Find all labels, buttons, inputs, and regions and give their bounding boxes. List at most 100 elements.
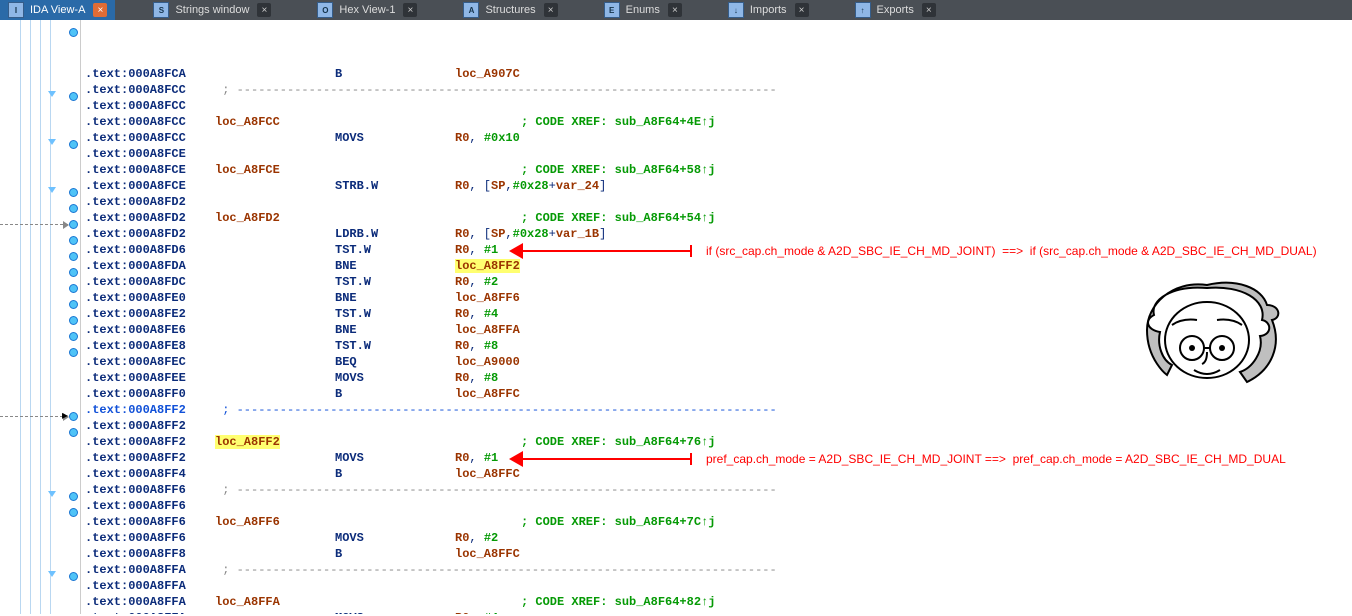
- disasm-line[interactable]: .text:000A8FDCTST.WR0, #2: [81, 274, 1352, 290]
- breakpoint-dot[interactable]: [69, 140, 78, 149]
- disasm-line[interactable]: .text:000A8FCABloc_A907C: [81, 66, 1352, 82]
- breakpoint-dot[interactable]: [69, 92, 78, 101]
- disasm-line[interactable]: .text:000A8FE8TST.WR0, #8: [81, 338, 1352, 354]
- disasm-line[interactable]: .text:000A8FF2loc_A8FF2 ; CODE XREF: sub_…: [81, 434, 1352, 450]
- breakpoint-dot[interactable]: [69, 252, 78, 261]
- close-icon[interactable]: ×: [795, 3, 809, 17]
- disasm-line[interactable]: .text:000A8FFAMOVSR0, #4: [81, 610, 1352, 614]
- disasm-line[interactable]: .text:000A8FFAloc_A8FFA; CODE XREF: sub_…: [81, 594, 1352, 610]
- code-xref[interactable]: ; CODE XREF: sub_A8F64+82↑j: [521, 594, 715, 610]
- disasm-line[interactable]: .text:000A8FF6MOVSR0, #2: [81, 530, 1352, 546]
- breakpoint-dot[interactable]: [69, 268, 78, 277]
- disasm-line[interactable]: .text:000A8FFA: [81, 578, 1352, 594]
- disasm-line[interactable]: .text:000A8FD6TST.WR0, #1if (src_cap.ch_…: [81, 242, 1352, 258]
- address: .text:000A8FCE: [85, 178, 215, 194]
- breakpoint-dot[interactable]: [69, 220, 78, 229]
- disasm-line[interactable]: .text:000A8FF2MOVSR0, #1pref_cap.ch_mode…: [81, 450, 1352, 466]
- address: .text:000A8FEC: [85, 354, 215, 370]
- address: .text:000A8FD2: [85, 226, 215, 242]
- gutter-row: [0, 120, 80, 136]
- close-icon[interactable]: ×: [544, 3, 558, 17]
- disasm-line[interactable]: .text:000A8FCCloc_A8FCC; CODE XREF: sub_…: [81, 114, 1352, 130]
- gutter-row: [0, 568, 80, 584]
- disasm-line[interactable]: .text:000A8FEEMOVSR0, #8: [81, 370, 1352, 386]
- disasm-line[interactable]: .text:000A8FF2: [81, 418, 1352, 434]
- breakpoint-dot[interactable]: [69, 572, 78, 581]
- breakpoint-dot[interactable]: [69, 412, 78, 421]
- code-label: [215, 194, 335, 210]
- close-icon[interactable]: ×: [93, 3, 107, 17]
- disasm-line[interactable]: .text:000A8FCEloc_A8FCE; CODE XREF: sub_…: [81, 162, 1352, 178]
- tab-strings-window[interactable]: SStrings window×: [145, 0, 279, 20]
- breakpoint-dot[interactable]: [69, 236, 78, 245]
- disasm-line[interactable]: .text:000A8FF6: [81, 498, 1352, 514]
- gutter-row: [0, 504, 80, 520]
- code-label: [215, 98, 335, 114]
- operands: R0, #8: [455, 370, 498, 386]
- close-icon[interactable]: ×: [257, 3, 271, 17]
- code-label: [215, 226, 335, 242]
- breakpoint-dot[interactable]: [69, 492, 78, 501]
- disasm-line[interactable]: .text:000A8FD2loc_A8FD2; CODE XREF: sub_…: [81, 210, 1352, 226]
- address: .text:000A8FF6: [85, 498, 215, 514]
- breakpoint-dot[interactable]: [69, 284, 78, 293]
- gutter-row: [0, 296, 80, 312]
- disasm-line[interactable]: .text:000A8FCC: [81, 98, 1352, 114]
- breakpoint-dot[interactable]: [69, 188, 78, 197]
- breakpoint-dot[interactable]: [69, 508, 78, 517]
- close-icon[interactable]: ×: [922, 3, 936, 17]
- disasm-line[interactable]: .text:000A8FD2: [81, 194, 1352, 210]
- disasm-line[interactable]: .text:000A8FE2TST.WR0, #4: [81, 306, 1352, 322]
- code-xref[interactable]: ; CODE XREF: sub_A8F64+7C↑j: [521, 514, 715, 530]
- disasm-line[interactable]: .text:000A8FF4Bloc_A8FFC: [81, 466, 1352, 482]
- tab-icon: I: [8, 2, 24, 18]
- breakpoint-dot[interactable]: [69, 300, 78, 309]
- tab-hex-view-1[interactable]: OHex View-1×: [309, 0, 425, 20]
- disasm-line[interactable]: .text:000A8FE0BNEloc_A8FF6: [81, 290, 1352, 306]
- tab-imports[interactable]: ↓Imports×: [720, 0, 817, 20]
- operands: R0, [SP,#0x28+var_1B]: [455, 226, 606, 242]
- gutter-row: [0, 264, 80, 280]
- gutter-row: [0, 344, 80, 360]
- code-xref[interactable]: ; CODE XREF: sub_A8F64+58↑j: [521, 162, 715, 178]
- code-xref[interactable]: ; CODE XREF: sub_A8F64+54↑j: [521, 210, 715, 226]
- code-label: loc_A8FF2: [215, 434, 335, 450]
- disasm-line[interactable]: .text:000A8FCESTRB.WR0, [SP,#0x28+var_24…: [81, 178, 1352, 194]
- breakpoint-dot[interactable]: [69, 316, 78, 325]
- close-icon[interactable]: ×: [403, 3, 417, 17]
- disasm-line[interactable]: .text:000A8FF6 ; -----------------------…: [81, 482, 1352, 498]
- breakpoint-dot[interactable]: [69, 28, 78, 37]
- code-xref[interactable]: ; CODE XREF: sub_A8F64+76↑j: [521, 434, 715, 450]
- breakpoint-dot[interactable]: [69, 428, 78, 437]
- disasm-line[interactable]: .text:000A8FF0Bloc_A8FFC: [81, 386, 1352, 402]
- gutter-row: [0, 88, 80, 104]
- code-xref[interactable]: ; CODE XREF: sub_A8F64+4E↑j: [521, 114, 715, 130]
- disasm-view[interactable]: .text:000A8FCABloc_A907C.text:000A8FCC ;…: [81, 20, 1352, 614]
- disasm-line[interactable]: .text:000A8FCC ; -----------------------…: [81, 82, 1352, 98]
- tab-label: Exports: [877, 4, 914, 16]
- disasm-line[interactable]: .text:000A8FCCMOVSR0, #0x10: [81, 130, 1352, 146]
- disasm-line[interactable]: .text:000A8FD2LDRB.WR0, [SP,#0x28+var_1B…: [81, 226, 1352, 242]
- disasm-line[interactable]: .text:000A8FE6BNEloc_A8FFA: [81, 322, 1352, 338]
- disasm-line[interactable]: .text:000A8FDABNEloc_A8FF2: [81, 258, 1352, 274]
- mnemonic: [335, 434, 455, 450]
- tab-structures[interactable]: AStructures×: [455, 0, 565, 20]
- disasm-line[interactable]: .text:000A8FF8Bloc_A8FFC: [81, 546, 1352, 562]
- address: .text:000A8FE0: [85, 290, 215, 306]
- disasm-line[interactable]: .text:000A8FECBEQloc_A9000: [81, 354, 1352, 370]
- address: .text:000A8FCC: [85, 114, 215, 130]
- tab-ida-view-a[interactable]: IIDA View-A×: [0, 0, 115, 20]
- close-icon[interactable]: ×: [668, 3, 682, 17]
- disasm-line[interactable]: .text:000A8FF6loc_A8FF6; CODE XREF: sub_…: [81, 514, 1352, 530]
- breakpoint-dot[interactable]: [69, 348, 78, 357]
- tab-exports[interactable]: ↑Exports×: [847, 0, 944, 20]
- address: .text:000A8FFA: [85, 610, 215, 614]
- address: .text:000A8FF2: [85, 434, 215, 450]
- disasm-line[interactable]: .text:000A8FCE: [81, 146, 1352, 162]
- address: .text:000A8FD6: [85, 242, 215, 258]
- breakpoint-dot[interactable]: [69, 332, 78, 341]
- disasm-line[interactable]: .text:000A8FFA ; -----------------------…: [81, 562, 1352, 578]
- disasm-line[interactable]: .text:000A8FF2 ; -----------------------…: [81, 402, 1352, 418]
- breakpoint-dot[interactable]: [69, 204, 78, 213]
- tab-enums[interactable]: EEnums×: [596, 0, 690, 20]
